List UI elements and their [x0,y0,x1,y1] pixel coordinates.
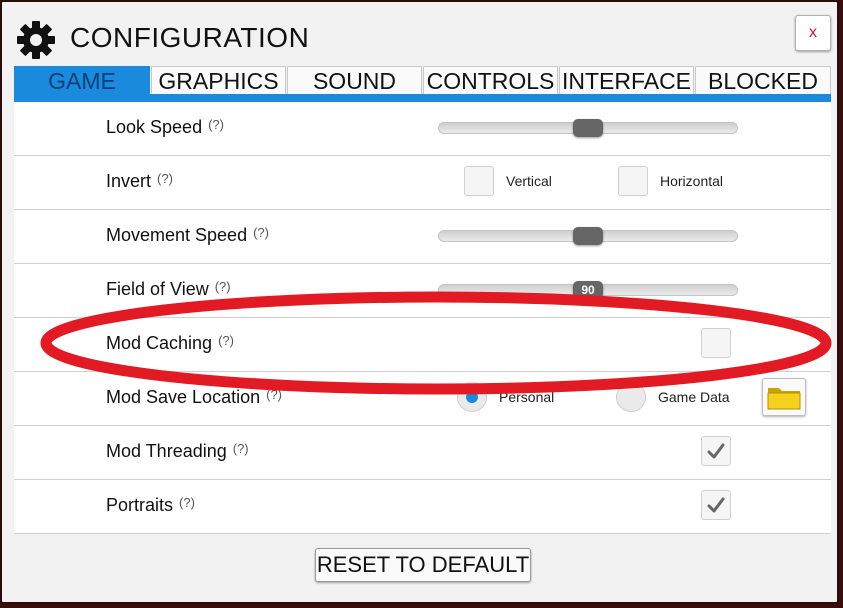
setting-label: Invert (?) [106,171,173,192]
help-icon[interactable]: (?) [179,495,195,510]
setting-row-portraits: Portraits (?) [14,480,831,534]
reset-to-default-button[interactable]: RESET TO DEFAULT [315,548,531,582]
help-icon[interactable]: (?) [266,387,282,402]
setting-row-mod-save-location: Mod Save Location (?) Personal Game Data [14,372,831,426]
setting-row-mod-caching: Mod Caching (?) [14,318,831,372]
setting-label: Mod Threading (?) [106,441,249,462]
setting-label: Mod Save Location (?) [106,387,282,408]
setting-row-field-of-view: Field of View (?) 90 [14,264,831,318]
field-of-view-slider[interactable]: 90 [438,281,738,299]
invert-horizontal-checkbox[interactable] [618,166,648,196]
save-location-game-data-label: Game Data [658,389,730,405]
invert-vertical-checkbox[interactable] [464,166,494,196]
folder-icon [767,388,801,410]
radio-selected-dot [466,391,478,403]
slider-thumb[interactable] [573,119,603,137]
mod-threading-checkbox[interactable] [701,436,731,466]
setting-row-invert: Invert (?) Vertical Horizontal [14,156,831,210]
field-of-view-label: Field of View [106,279,209,299]
movement-speed-slider[interactable] [438,227,738,245]
field-of-view-value[interactable]: 90 [573,281,603,299]
invert-horizontal-label: Horizontal [660,173,724,189]
mod-caching-label: Mod Caching [106,333,213,353]
tab-blocked[interactable]: BLOCKED [695,66,831,94]
tab-underline [14,94,831,102]
help-icon[interactable]: (?) [218,333,234,348]
tab-bar: GAME GRAPHICS SOUND CONTROLS INTERFACE B… [14,66,831,102]
setting-label: Portraits (?) [106,495,195,516]
configuration-window: CONFIGURATION x GAME GRAPHICS SOUND CONT… [0,0,839,604]
help-icon[interactable]: (?) [253,225,269,240]
check-icon [707,497,725,513]
game-settings-panel: Look Speed (?) Invert (?) Vertical Horizon… [14,102,831,534]
mod-caching-checkbox[interactable] [701,328,731,358]
setting-row-mod-threading: Mod Threading (?) [14,426,831,480]
setting-label: Look Speed (?) [106,117,224,138]
invert-vertical-label: Vertical [506,173,552,189]
setting-label: Field of View (?) [106,279,231,300]
portraits-label: Portraits [106,495,174,515]
setting-label: Mod Caching (?) [106,333,234,354]
mod-save-location-label: Mod Save Location [106,387,261,407]
setting-row-look-speed: Look Speed (?) [14,102,831,156]
save-location-game-data-radio[interactable] [616,382,646,412]
movement-speed-label: Movement Speed [106,225,248,245]
close-button[interactable]: x [795,15,831,51]
close-icon: x [809,24,817,41]
help-icon[interactable]: (?) [208,117,224,132]
help-icon[interactable]: (?) [157,171,173,186]
check-icon [707,443,725,459]
save-location-personal-label: Personal [499,389,555,405]
window-title: CONFIGURATION [70,22,310,53]
portraits-checkbox[interactable] [701,490,731,520]
setting-label: Movement Speed (?) [106,225,269,246]
slider-thumb[interactable] [573,227,603,245]
setting-row-movement-speed: Movement Speed (?) [14,210,831,264]
look-speed-slider[interactable] [438,119,738,137]
tab-controls[interactable]: CONTROLS [423,66,558,94]
help-icon[interactable]: (?) [215,279,231,294]
look-speed-label: Look Speed [106,117,203,137]
save-location-personal-radio[interactable] [457,382,487,412]
gear-icon [17,21,55,59]
tab-graphics[interactable]: GRAPHICS [151,66,286,94]
browse-folder-button[interactable] [762,378,806,416]
invert-label: Invert [106,171,152,191]
tab-game[interactable]: GAME [14,66,150,94]
mod-threading-label: Mod Threading [106,441,227,461]
help-icon[interactable]: (?) [233,441,249,456]
tab-interface[interactable]: INTERFACE [559,66,694,94]
tab-sound[interactable]: SOUND [287,66,422,94]
